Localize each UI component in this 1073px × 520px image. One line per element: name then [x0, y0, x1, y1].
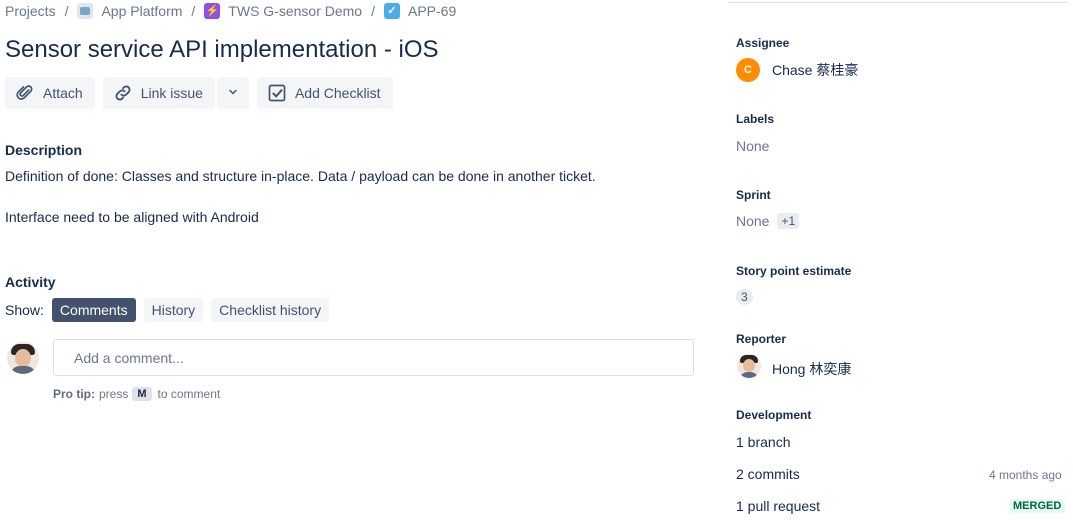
- sprint-extra-badge[interactable]: +1: [777, 213, 800, 229]
- development-label: Development: [736, 408, 812, 422]
- chevron-down-icon: [227, 85, 239, 101]
- link-issue-label: Link issue: [140, 85, 203, 101]
- labels-label: Labels: [736, 112, 775, 126]
- branch-link[interactable]: 1 branch: [736, 434, 790, 450]
- attach-button[interactable]: Attach: [5, 77, 95, 109]
- shortcut-key: M: [132, 387, 152, 401]
- pull-request-link[interactable]: 1 pull request: [736, 498, 820, 514]
- breadcrumb-separator: /: [64, 3, 69, 19]
- breadcrumb-app-platform-label: App Platform: [101, 3, 183, 19]
- breadcrumb-epic-label: TWS G-sensor Demo: [228, 3, 363, 19]
- tab-checklist-history[interactable]: Checklist history: [211, 298, 330, 322]
- pro-tip: Pro tip: press M to comment: [53, 387, 220, 401]
- add-checklist-label: Add Checklist: [294, 85, 381, 101]
- description-line-1[interactable]: Definition of done: Classes and structur…: [5, 168, 596, 184]
- epic-icon: ⚡: [204, 3, 221, 19]
- sprint-field[interactable]: None +1: [736, 213, 800, 229]
- breadcrumb-epic[interactable]: ⚡ TWS G-sensor Demo: [204, 3, 362, 19]
- story-point-field[interactable]: 3: [736, 289, 753, 305]
- issue-title[interactable]: Sensor service API implementation - iOS: [5, 36, 439, 64]
- reporter-name[interactable]: Hong 林奕康: [772, 359, 851, 379]
- show-label: Show:: [5, 302, 44, 318]
- attach-label: Attach: [43, 85, 83, 101]
- description-heading: Description: [5, 142, 83, 158]
- link-issue-button[interactable]: Link issue: [102, 77, 215, 109]
- sprint-value: None: [736, 213, 770, 229]
- assignee-name: Chase 蔡桂豪: [772, 62, 859, 78]
- sprint-label: Sprint: [736, 188, 771, 202]
- pro-tip-label: Pro tip:: [53, 387, 95, 401]
- commits-link[interactable]: 2 commits: [736, 466, 800, 482]
- add-checklist-button[interactable]: Add Checklist: [256, 77, 393, 109]
- assignee-field[interactable]: C Chase 蔡桂豪: [736, 58, 858, 82]
- tab-history[interactable]: History: [143, 298, 204, 322]
- tab-comments[interactable]: Comments: [51, 298, 136, 322]
- merged-status-badge: MERGED: [1009, 499, 1066, 513]
- breadcrumb: Projects / App Platform / ⚡ TWS G-sensor…: [5, 3, 456, 19]
- breadcrumb-separator: /: [191, 3, 196, 19]
- activity-heading: Activity: [5, 274, 56, 290]
- link-icon: [113, 83, 133, 103]
- breadcrumb-issue-key-label: APP-69: [408, 3, 457, 19]
- project-icon: [77, 3, 94, 19]
- checkbox-icon: [267, 83, 287, 103]
- link-issue-group: Link issue: [102, 77, 249, 109]
- commits-timestamp: 4 months ago: [989, 468, 1062, 482]
- labels-field[interactable]: None: [736, 138, 769, 154]
- reporter-avatar: [737, 354, 761, 378]
- pro-tip-suffix: to comment: [157, 387, 221, 401]
- breadcrumb-separator: /: [371, 3, 375, 19]
- description-line-2[interactable]: Interface need to be aligned with Androi…: [5, 209, 259, 225]
- activity-filter: Show: Comments History Checklist history: [5, 298, 330, 322]
- assignee-avatar: C: [736, 58, 760, 82]
- task-icon: ✓: [384, 3, 400, 19]
- link-issue-dropdown-button[interactable]: [216, 77, 249, 109]
- pro-tip-press: press: [99, 387, 129, 401]
- story-point-value: 3: [736, 289, 753, 305]
- reporter-label: Reporter: [736, 332, 787, 346]
- issue-toolbar: Attach Link issue Add Checklist: [5, 77, 393, 109]
- current-user-avatar: [7, 342, 39, 374]
- comment-placeholder: Add a comment...: [74, 349, 184, 366]
- breadcrumb-issue-key[interactable]: ✓ APP-69: [384, 3, 456, 19]
- details-panel-divider: [728, 2, 1068, 3]
- paperclip-icon: [15, 83, 35, 103]
- breadcrumb-app-platform[interactable]: App Platform: [77, 3, 182, 19]
- assignee-label: Assignee: [736, 36, 790, 50]
- story-point-label: Story point estimate: [736, 264, 852, 278]
- breadcrumb-projects[interactable]: Projects: [5, 3, 56, 19]
- comment-input[interactable]: Add a comment...: [53, 339, 694, 376]
